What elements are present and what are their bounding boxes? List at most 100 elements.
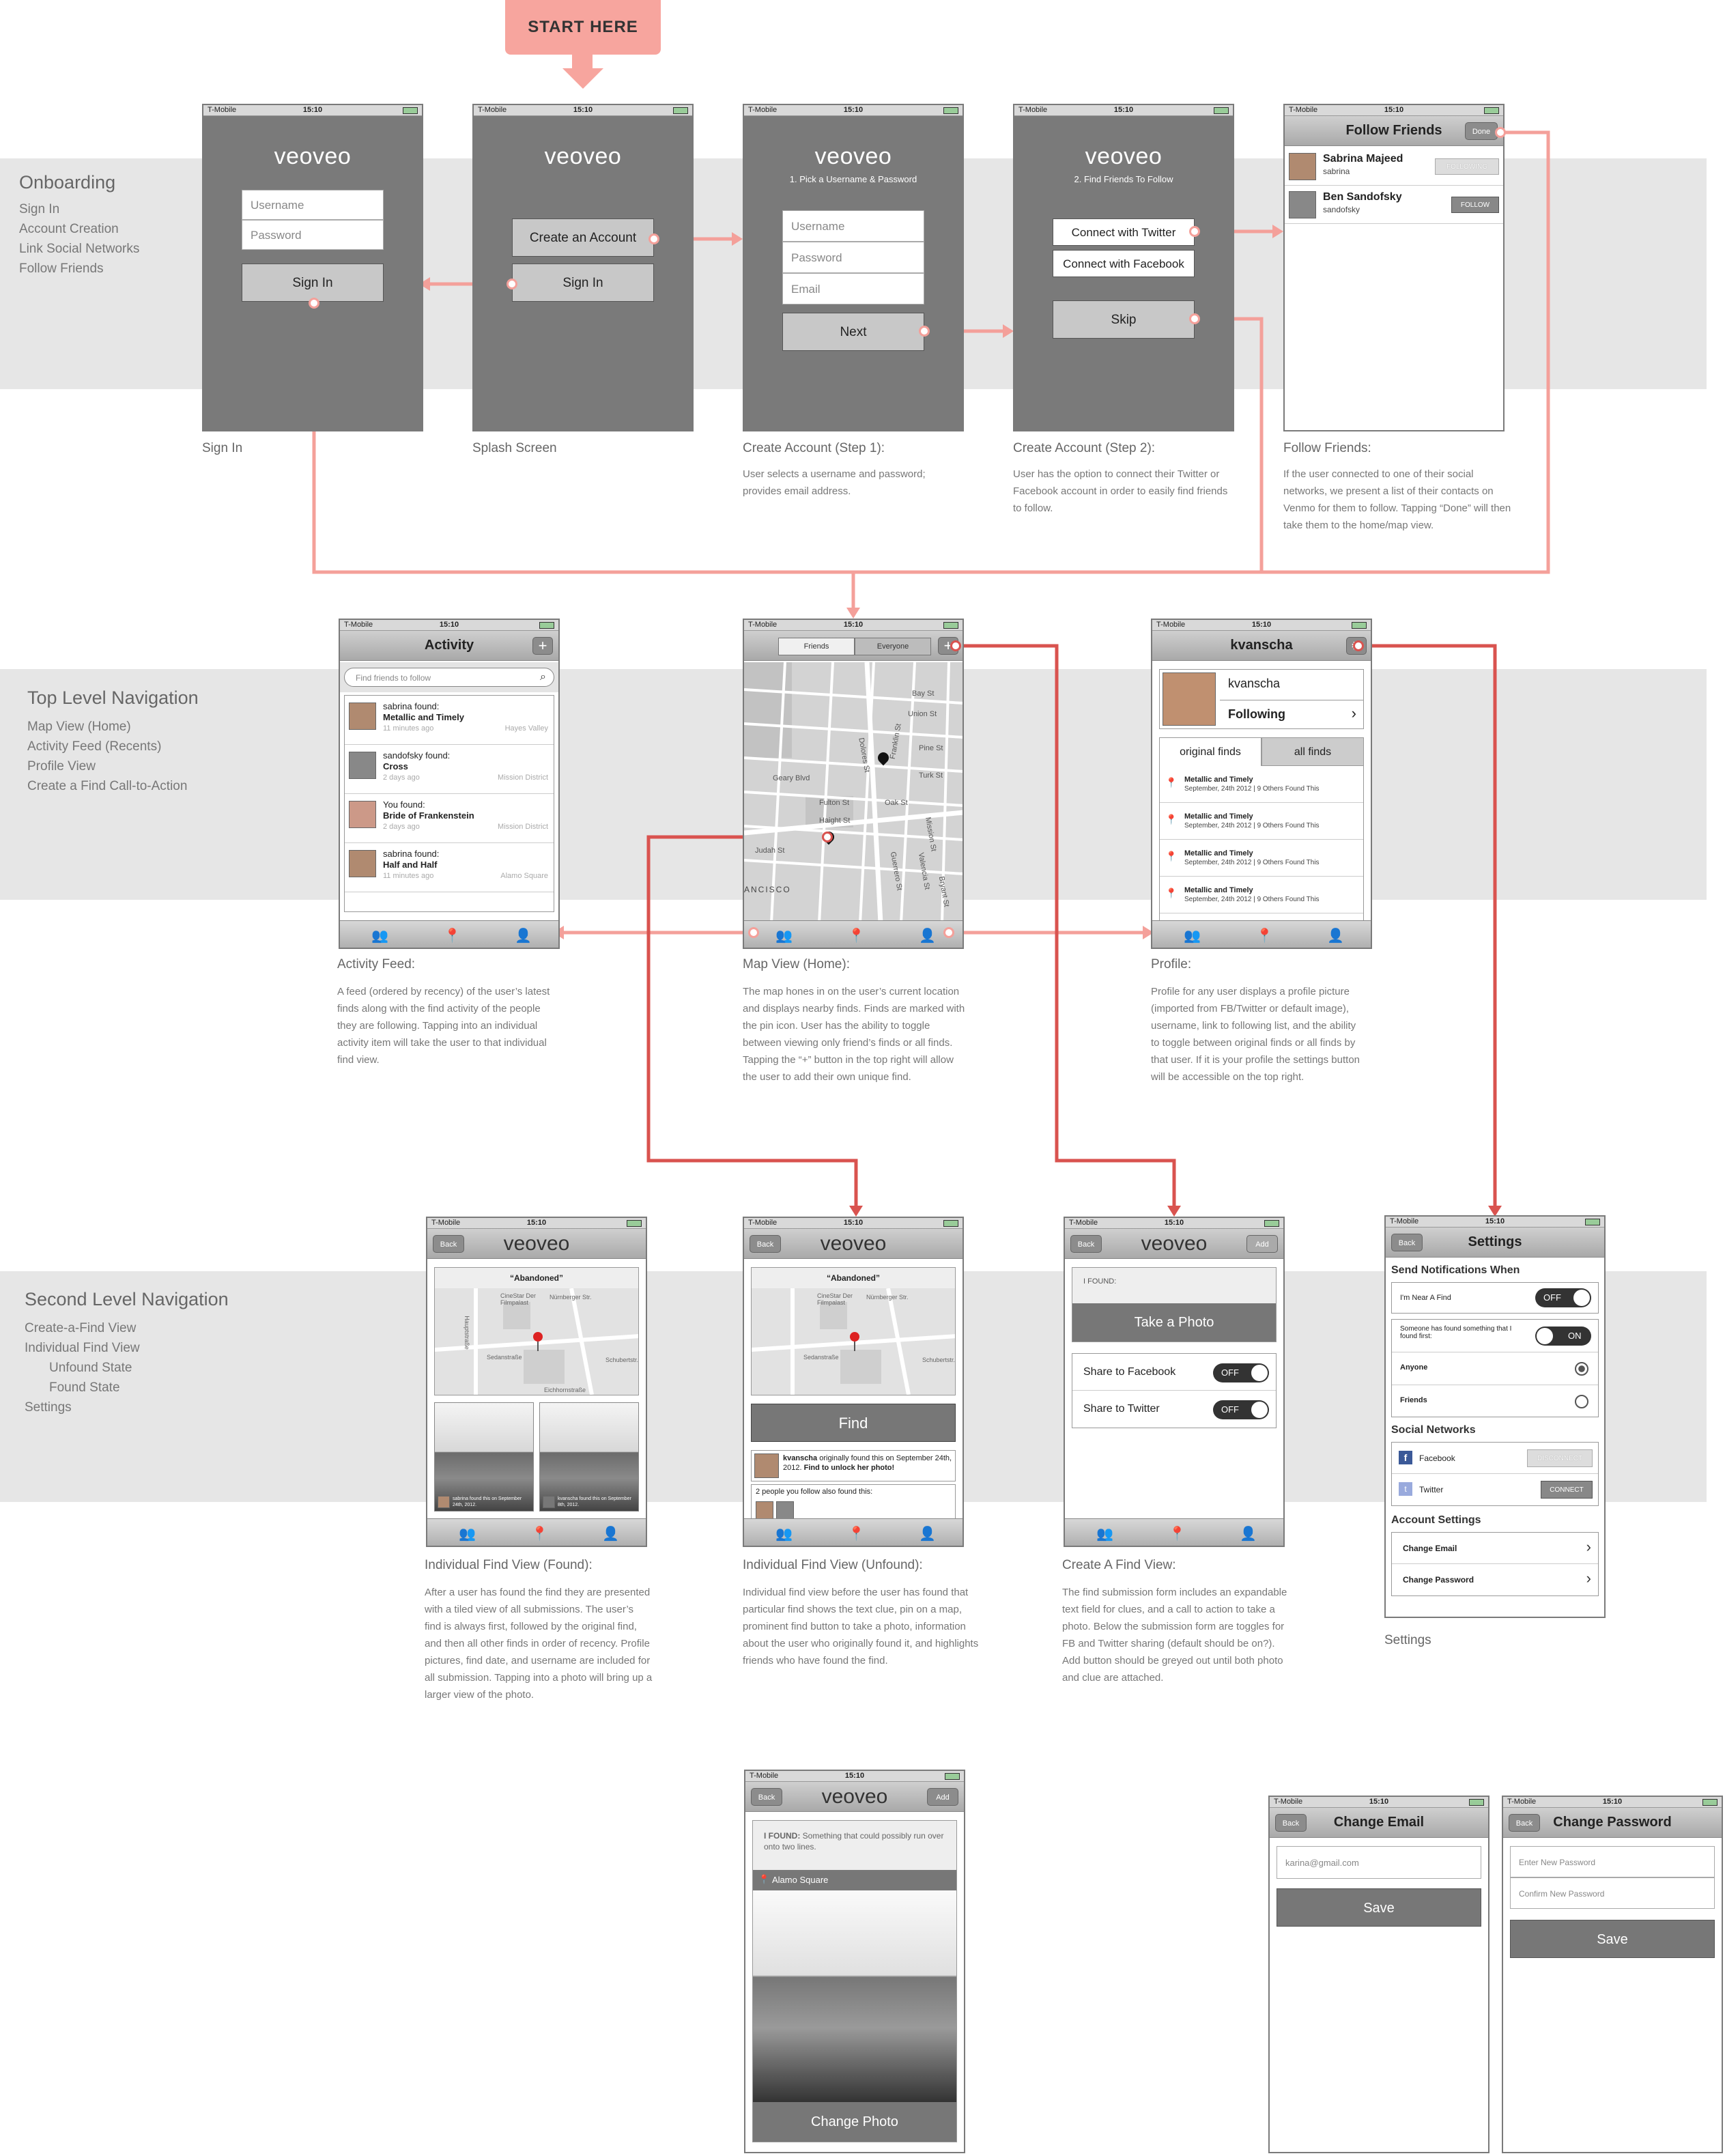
map-label: CineStar Der Filmpalast (500, 1292, 537, 1306)
connect-facebook-button[interactable]: Connect with Facebook (1053, 250, 1195, 277)
twitter-row: t Twitter CONNECT (1392, 1474, 1598, 1505)
add-button[interactable]: Add (1246, 1235, 1278, 1253)
map-pin-tab-icon[interactable]: 📍 (444, 927, 461, 944)
save-button[interactable]: Save (1277, 1888, 1481, 1927)
people-tab-icon[interactable]: 👥 (459, 1525, 476, 1542)
email-field[interactable]: Email (782, 273, 924, 304)
connect-button[interactable]: CONNECT (1541, 1481, 1593, 1499)
submission-photo[interactable]: kvanscha found this on September 8th, 20… (539, 1402, 639, 1512)
find-item[interactable]: 📍 Metallic and Timely September, 24th 20… (1160, 840, 1363, 877)
skip-button[interactable]: Skip (1053, 300, 1195, 339)
near-toggle[interactable]: OFF (1535, 1288, 1591, 1307)
search-bar: Find friends to follow ⌕ (340, 662, 558, 692)
everyone-segment[interactable]: Everyone (855, 638, 931, 655)
nav-bar: Activity + (340, 631, 558, 661)
map-pin-tab-icon[interactable]: 📍 (531, 1525, 548, 1542)
avatar[interactable] (756, 1501, 773, 1519)
find-photo[interactable] (753, 1890, 956, 2102)
found-card: I FOUND: Take a Photo (1072, 1267, 1277, 1342)
find-meta: September, 24th 2012 | 9 Others Found Th… (1184, 785, 1320, 793)
add-find-button[interactable]: + (532, 637, 553, 655)
map-pin-tab-icon[interactable]: 📍 (1169, 1525, 1186, 1542)
add-button[interactable]: Add (927, 1788, 958, 1806)
avatar[interactable] (776, 1501, 794, 1519)
connector-dot (950, 640, 961, 651)
change-photo-button[interactable]: Change Photo (753, 2102, 956, 2142)
share-facebook-label: Share to Facebook (1083, 1366, 1176, 1378)
profile-tab-icon[interactable]: 👤 (1240, 1525, 1257, 1542)
friend-row[interactable]: Sabrina Majeed sabrina FOLLOWING (1285, 147, 1503, 186)
tab-all-finds[interactable]: all finds (1261, 737, 1364, 766)
following-button[interactable]: FOLLOWING (1435, 158, 1499, 175)
profile-tab-icon[interactable]: 👤 (515, 927, 532, 944)
people-tab-icon[interactable]: 👥 (1184, 927, 1201, 944)
following-link[interactable]: Following › (1220, 700, 1363, 728)
confirm-password-field[interactable]: Confirm New Password (1510, 1877, 1715, 1909)
find-map[interactable]: CineStar Der Filmpalast Nürnberger Str. … (752, 1288, 955, 1395)
tab-original-finds[interactable]: original finds (1159, 737, 1261, 766)
create-account-button[interactable]: Create an Account (512, 218, 654, 257)
password-field[interactable]: Password (782, 242, 924, 273)
activity-item[interactable]: You found: Bride of Frankenstein 2 days … (345, 794, 554, 843)
activity-item[interactable]: sabrina found: Half and Half 11 minutes … (345, 843, 554, 892)
username-field[interactable]: Username (782, 210, 924, 242)
map-label: Sedanstraße (803, 1354, 839, 1361)
search-input[interactable]: Find friends to follow (344, 668, 554, 687)
username-field[interactable]: Username (242, 190, 384, 220)
profile-tab-icon[interactable]: 👤 (602, 1525, 619, 1542)
find-item[interactable]: 📍 Metallic and Timely September, 24th 20… (1160, 877, 1363, 913)
radio-selected-icon[interactable] (1575, 1362, 1588, 1376)
map-pin-tab-icon[interactable]: 📍 (1256, 927, 1273, 944)
next-button[interactable]: Next (782, 313, 924, 351)
friends-row[interactable]: Friends (1392, 1385, 1598, 1418)
find-item[interactable]: 📍 Metallic and Timely September, 24th 20… (1160, 766, 1363, 803)
twitter-toggle[interactable]: OFF (1213, 1400, 1269, 1419)
clue-input[interactable]: I FOUND: (1083, 1277, 1116, 1286)
people-tab-icon[interactable]: 👥 (775, 927, 793, 944)
map[interactable]: Bay St Union St Franklin St Pine St Gear… (744, 662, 963, 923)
friend-row[interactable]: Ben Sandofsky sandofsky FOLLOW (1285, 186, 1503, 224)
signin-button[interactable]: Sign In (242, 264, 384, 302)
find-item[interactable]: 📍 Metallic and Timely September, 24th 20… (1160, 803, 1363, 840)
activity-item[interactable]: sabrina found: Metallic and Timely 11 mi… (345, 696, 554, 745)
map-pin-tab-icon[interactable]: 📍 (848, 1525, 865, 1542)
follow-button[interactable]: FOLLOW (1451, 197, 1499, 213)
change-email-row[interactable]: Change Email › (1392, 1533, 1598, 1564)
email-field[interactable]: karina@gmail.com (1277, 1846, 1481, 1879)
someone-label: Someone has found something that I found… (1400, 1325, 1512, 1340)
activity-when: 11 minutes ago (383, 724, 434, 733)
radio-icon[interactable] (1575, 1395, 1588, 1408)
password-field[interactable]: Password (242, 220, 384, 250)
street-label: Judah St (755, 847, 785, 855)
map-pin-tab-icon[interactable]: 📍 (848, 927, 865, 944)
save-button[interactable]: Save (1510, 1920, 1715, 1958)
found-clue[interactable]: I FOUND: Something that could possibly r… (764, 1830, 948, 1852)
submission-photo[interactable]: sabrina found this on September 24th, 20… (434, 1402, 534, 1512)
people-tab-icon[interactable]: 👥 (775, 1525, 793, 1542)
friends-segment[interactable]: Friends (778, 638, 855, 655)
anyone-row[interactable]: Anyone (1392, 1352, 1598, 1385)
find-button[interactable]: Find (751, 1404, 956, 1442)
create2-caption-title: Create Account (Step 2): (1013, 441, 1156, 455)
disconnect-button[interactable]: DISCONNECT (1527, 1449, 1593, 1467)
street-label: Pine St (919, 744, 943, 752)
clue-card: “Abandoned” CineStar Der Filmpalast Nürn… (434, 1267, 639, 1395)
new-password-field[interactable]: Enter New Password (1510, 1846, 1715, 1877)
avatar (349, 752, 376, 779)
people-tab-icon[interactable]: 👥 (371, 927, 388, 944)
profile-tab-icon[interactable]: 👤 (919, 927, 936, 944)
change-password-row[interactable]: Change Password › (1392, 1564, 1598, 1595)
someone-toggle[interactable]: ON (1535, 1327, 1591, 1346)
arrowhead (1272, 225, 1283, 238)
profile-tab-icon[interactable]: 👤 (919, 1525, 936, 1542)
facebook-toggle[interactable]: OFF (1213, 1363, 1269, 1382)
nav-bar: Back veoveo (427, 1229, 646, 1259)
take-photo-button[interactable]: Take a Photo (1072, 1303, 1276, 1342)
activity-item[interactable]: sandofsky found: Cross 2 days ago Missio… (345, 745, 554, 794)
splash-signin-button[interactable]: Sign In (512, 264, 654, 302)
profile-tab-icon[interactable]: 👤 (1327, 927, 1344, 944)
find-map[interactable]: CineStar Der Filmpalast Nürnberger Str. … (435, 1288, 638, 1395)
connect-twitter-button[interactable]: Connect with Twitter (1053, 218, 1195, 246)
done-button[interactable]: Done (1465, 122, 1498, 140)
people-tab-icon[interactable]: 👥 (1096, 1525, 1113, 1542)
